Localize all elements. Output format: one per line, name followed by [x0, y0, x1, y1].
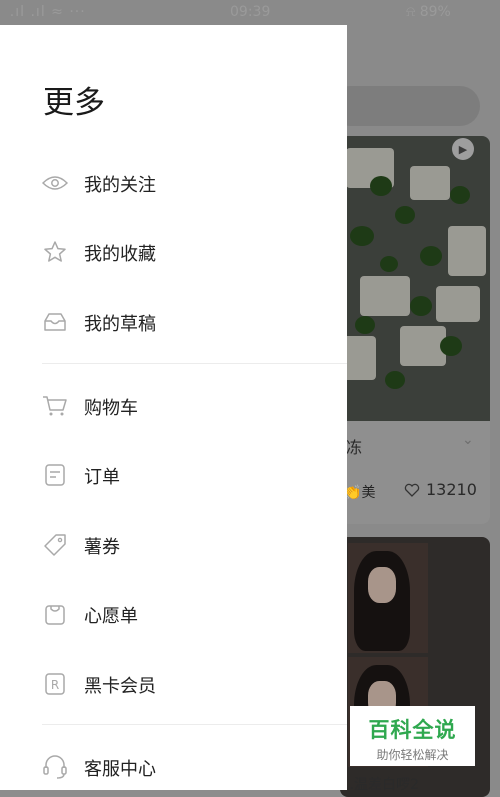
- chevron-down-icon: ⌄: [462, 432, 474, 448]
- section-divider: [42, 363, 347, 364]
- menu-item-label: 我的关注: [84, 175, 156, 196]
- menu-item-label: 我的草稿: [84, 314, 156, 335]
- menu-item-favorites[interactable]: 我的收藏: [0, 227, 347, 277]
- background-search-bar: [330, 86, 480, 126]
- menu-item-orders[interactable]: 订单: [0, 450, 347, 500]
- food-photo: ▶: [340, 136, 490, 421]
- background-feed-card: ▶ 冻 ⌄ 👏美 13210: [340, 136, 490, 524]
- watermark-title: 百科全说: [368, 718, 457, 742]
- more-drawer: 更多 我的关注 我的收藏 我的草稿 购物车 订单 薯券 心愿单 R 黑卡会员 客…: [0, 25, 347, 790]
- drafts-inbox-icon: [42, 309, 68, 335]
- menu-item-coupons[interactable]: 薯券: [0, 520, 347, 570]
- menu-item-label: 订单: [84, 467, 120, 488]
- menu-item-label: 我的收藏: [84, 244, 156, 265]
- portrait-photo: [348, 543, 428, 653]
- card-author: 👏美: [344, 485, 376, 501]
- signal-wifi-indicators: .ıl .ıl ≈ ···: [6, 4, 86, 20]
- watermark-subtitle: 助你轻松解决: [376, 748, 449, 762]
- cart-icon: [42, 393, 68, 419]
- wishlist-bag-icon: [42, 601, 68, 627]
- like-count: 13210: [404, 480, 477, 499]
- video-play-icon: ▶: [452, 138, 474, 160]
- section-divider: [42, 724, 347, 725]
- menu-item-following[interactable]: 我的关注: [0, 158, 347, 208]
- baike-watermark-logo: 百科全说 助你轻松解决: [350, 706, 475, 766]
- status-time: 09:39: [230, 4, 271, 20]
- menu-item-cart[interactable]: 购物车: [0, 381, 347, 431]
- eye-icon: [42, 170, 68, 196]
- menu-item-drafts[interactable]: 我的草稿: [0, 297, 347, 347]
- coupon-tag-icon: [42, 532, 68, 558]
- star-icon: [42, 239, 68, 265]
- headset-icon: [42, 754, 68, 780]
- menu-item-label: 客服中心: [84, 759, 156, 780]
- card-title: 冻: [346, 438, 363, 457]
- status-bar: .ıl .ıl ≈ ··· 09:39 ⍾ 89%: [0, 0, 500, 25]
- battery-indicator: ⍾ 89%: [406, 4, 451, 20]
- menu-item-black-card-member[interactable]: R 黑卡会员: [0, 659, 347, 709]
- order-icon: [42, 462, 68, 488]
- menu-item-customer-service[interactable]: 客服中心: [0, 742, 347, 792]
- menu-item-label: 薯券: [84, 537, 120, 558]
- heart-icon: [404, 483, 420, 497]
- menu-item-wishlist[interactable]: 心愿单: [0, 589, 347, 639]
- svg-text:R: R: [51, 678, 59, 692]
- drawer-title: 更多: [43, 85, 105, 121]
- registered-card-icon: R: [42, 671, 68, 697]
- menu-item-label: 购物车: [84, 398, 138, 419]
- card-caption: …温差白啰2: [340, 777, 419, 793]
- menu-item-label: 黑卡会员: [84, 676, 156, 697]
- menu-item-label: 心愿单: [84, 606, 138, 627]
